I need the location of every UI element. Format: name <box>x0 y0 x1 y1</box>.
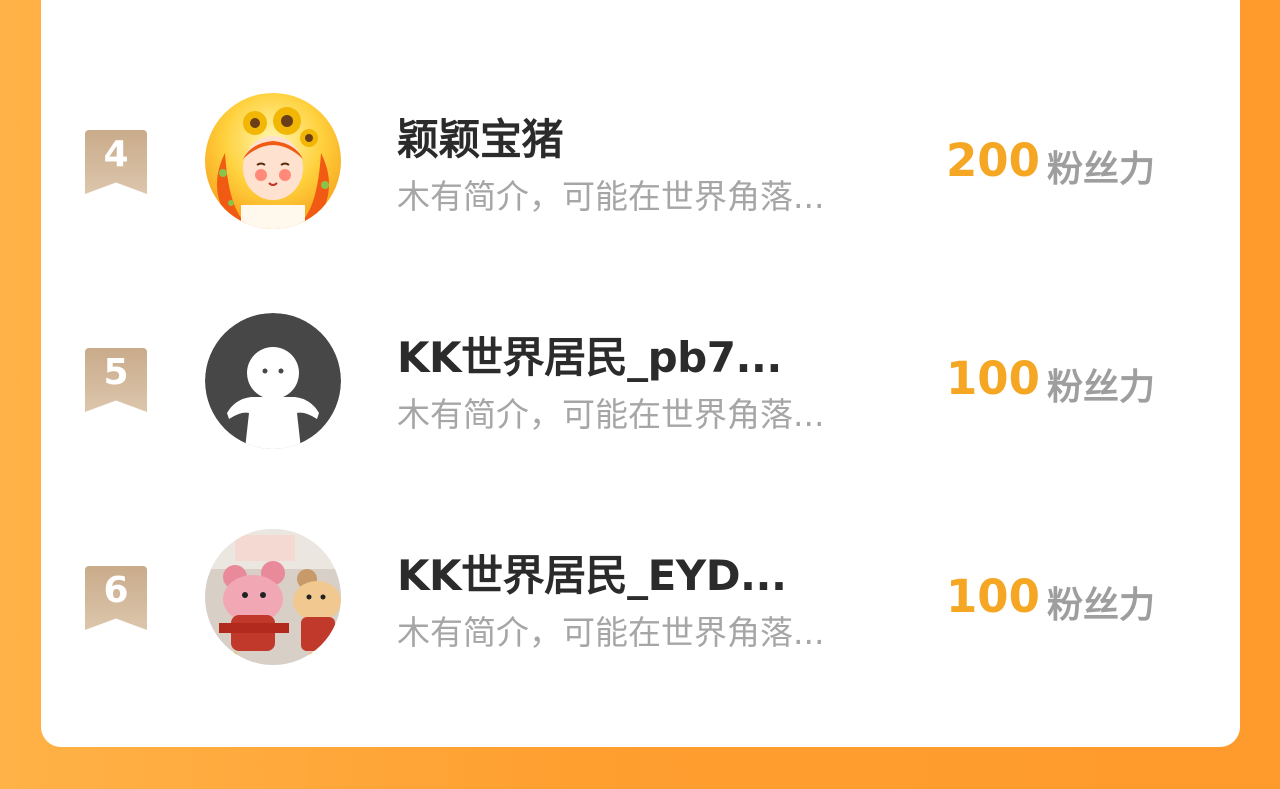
user-name[interactable]: KK世界居民_pb7... <box>397 324 782 385</box>
user-name[interactable]: KK世界居民_EYD... <box>397 542 787 603</box>
fans-unit-label: 粉丝力 <box>1047 585 1156 626</box>
rank-badge: 4 <box>85 130 147 194</box>
user-name[interactable]: 颖颖宝猪 <box>397 106 564 167</box>
list-item[interactable]: 5 KK世界居民_pb7... 木有简介，可能在世界角落... 100 粉丝力 <box>41 306 1240 456</box>
user-bio: 木有简介，可能在世界角落... <box>397 395 825 434</box>
default-user-avatar-icon[interactable] <box>205 313 341 449</box>
fans-unit-label: 粉丝力 <box>1047 149 1156 190</box>
fans-unit-label: 粉丝力 <box>1047 367 1156 408</box>
list-item[interactable]: 6 KK世界居民_EYD... 木有简介，可能在世界角落... 100 粉丝力 <box>41 524 1240 674</box>
mouse-plush-avatar-icon[interactable] <box>205 529 341 665</box>
sunflower-girl-avatar-icon[interactable] <box>205 93 341 229</box>
fans-count: 200 <box>946 134 1040 187</box>
fans-count: 100 <box>946 570 1040 623</box>
list-item[interactable]: 4 颖颖宝猪 木有简介，可能在世界角落... 200 粉丝力 <box>41 88 1240 238</box>
user-bio: 木有简介，可能在世界角落... <box>397 613 825 652</box>
rank-badge: 5 <box>85 348 147 412</box>
rank-badge: 6 <box>85 566 147 630</box>
fans-count: 100 <box>946 352 1040 405</box>
user-bio: 木有简介，可能在世界角落... <box>397 177 825 216</box>
